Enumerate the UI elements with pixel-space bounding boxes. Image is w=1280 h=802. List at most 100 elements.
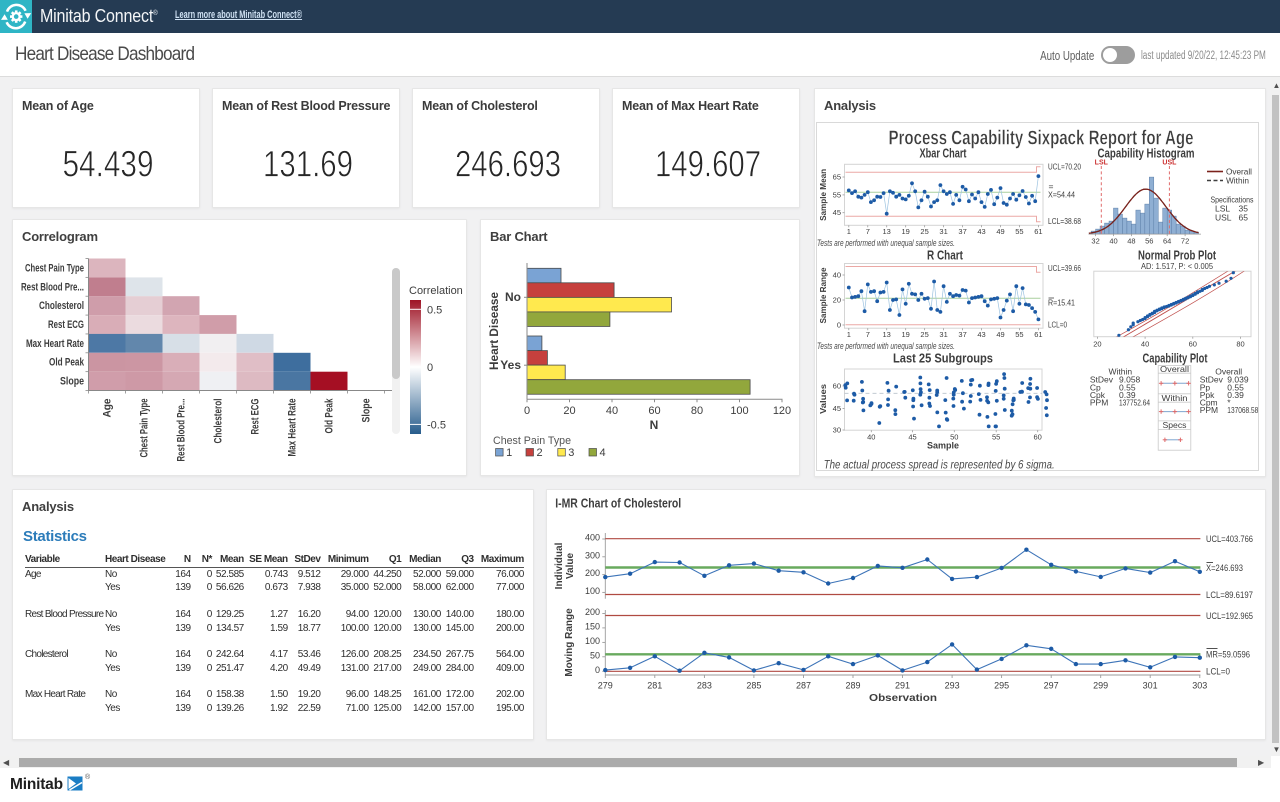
svg-text:Sample Mean: Sample Mean (819, 169, 828, 221)
svg-text:UCL=70.20: UCL=70.20 (1048, 162, 1081, 172)
svg-text:400: 400 (585, 533, 600, 543)
svg-text:25: 25 (920, 330, 928, 339)
svg-text:Yes: Yes (500, 358, 521, 372)
svg-text:20: 20 (563, 405, 575, 417)
svg-text:295: 295 (994, 681, 1009, 691)
svg-text:149.607: 149.607 (655, 144, 761, 185)
svg-text:64: 64 (1163, 237, 1171, 246)
svg-text:55: 55 (833, 190, 841, 199)
svg-text:297: 297 (1044, 681, 1059, 691)
svg-text:300: 300 (585, 550, 600, 560)
svg-text:Observation: Observation (869, 692, 937, 704)
svg-text:UCL=403.766: UCL=403.766 (1206, 534, 1253, 544)
svg-text:Overall: Overall (1160, 364, 1189, 374)
svg-text:Age: Age (102, 399, 114, 418)
svg-text:2: 2 (537, 447, 543, 459)
svg-text:1: 1 (847, 227, 851, 236)
svg-text:Xbar Chart: Xbar Chart (920, 147, 968, 161)
svg-text:285: 285 (746, 681, 761, 691)
svg-text:137752.64: 137752.64 (1119, 398, 1150, 408)
svg-text:31: 31 (939, 227, 947, 236)
svg-text:PPM: PPM (1090, 398, 1108, 408)
svg-text:Slope: Slope (361, 399, 373, 423)
svg-text:37: 37 (958, 227, 966, 236)
svg-text:60: 60 (833, 382, 841, 391)
svg-text:65: 65 (1239, 213, 1249, 223)
svg-text:X=246.693: X=246.693 (1206, 563, 1243, 573)
svg-text:31: 31 (939, 330, 947, 339)
svg-text:301: 301 (1143, 681, 1158, 691)
svg-text:40: 40 (606, 405, 618, 417)
svg-text:Specs: Specs (1163, 420, 1187, 430)
svg-text:45: 45 (908, 433, 916, 442)
svg-text:USL: USL (1215, 213, 1232, 223)
svg-text:50: 50 (590, 650, 600, 660)
svg-text:100: 100 (585, 586, 600, 596)
svg-text:246.693: 246.693 (455, 144, 561, 185)
svg-text:60: 60 (1034, 433, 1042, 442)
svg-text:Max Heart Rate: Max Heart Rate (287, 399, 299, 457)
svg-text:Individual: Individual (554, 542, 565, 589)
svg-text:Tests are performed with unequ: Tests are performed with unequal sample … (817, 238, 955, 249)
svg-text:55: 55 (1015, 227, 1023, 236)
svg-text:Old Peak: Old Peak (324, 398, 336, 434)
svg-text:283: 283 (697, 681, 712, 691)
svg-text:32: 32 (1091, 237, 1099, 246)
svg-text:0: 0 (427, 362, 433, 374)
svg-text:55: 55 (1015, 330, 1023, 339)
svg-text:293: 293 (945, 681, 960, 691)
svg-text:AD: 1.517, P: < 0.005: AD: 1.517, P: < 0.005 (1141, 261, 1213, 271)
svg-text:49: 49 (996, 227, 1004, 236)
svg-text:80: 80 (1236, 340, 1244, 349)
svg-text:303: 303 (1192, 681, 1207, 691)
svg-text:Sample Range: Sample Range (819, 267, 828, 324)
svg-text:55: 55 (992, 433, 1000, 442)
svg-text:Within: Within (1226, 176, 1249, 186)
svg-text:Slope: Slope (60, 376, 84, 388)
svg-text:Chest Pain Type: Chest Pain Type (139, 399, 151, 458)
svg-text:Capability Histogram: Capability Histogram (1098, 147, 1195, 161)
svg-text:R=15.41: R=15.41 (1048, 298, 1075, 308)
svg-text:Chest Pain Type: Chest Pain Type (493, 435, 571, 447)
svg-text:Chest Pain Type: Chest Pain Type (25, 262, 84, 274)
svg-text:19: 19 (902, 330, 910, 339)
svg-text:43: 43 (977, 227, 985, 236)
svg-text:Last 25 Subgroups: Last 25 Subgroups (893, 352, 993, 366)
svg-text:281: 281 (647, 681, 662, 691)
svg-text:Rest Blood Pre...: Rest Blood Pre... (21, 281, 84, 293)
svg-text:1: 1 (847, 330, 851, 339)
svg-text:45: 45 (833, 404, 841, 413)
svg-text:0: 0 (837, 321, 841, 330)
svg-text:40: 40 (833, 271, 841, 280)
svg-text:48: 48 (1127, 237, 1135, 246)
svg-text:The actual process spread is r: The actual process spread is represented… (824, 458, 1055, 472)
svg-text:R Chart: R Chart (927, 249, 964, 263)
svg-text:299: 299 (1093, 681, 1108, 691)
svg-text:Max Heart Rate: Max Heart Rate (26, 338, 84, 350)
svg-text:56: 56 (1145, 237, 1153, 246)
svg-text:61: 61 (1034, 227, 1042, 236)
svg-text:LCL=0: LCL=0 (1206, 666, 1230, 676)
svg-text:72: 72 (1181, 237, 1189, 246)
svg-text:54.439: 54.439 (63, 144, 154, 185)
svg-text:279: 279 (598, 681, 613, 691)
svg-text:40: 40 (867, 433, 875, 442)
svg-text:19: 19 (902, 227, 910, 236)
svg-text:-0.5: -0.5 (427, 419, 446, 431)
svg-text:200: 200 (585, 568, 600, 578)
svg-text:0.5: 0.5 (427, 304, 442, 316)
svg-text:Tests are performed with unequ: Tests are performed with unequal sample … (817, 341, 955, 352)
svg-text:N: N (650, 418, 659, 432)
svg-text:No: No (505, 290, 521, 304)
svg-text:Rest ECG: Rest ECG (48, 319, 84, 331)
svg-text:137068.58: 137068.58 (1227, 405, 1258, 415)
svg-text:Cholesterol: Cholesterol (39, 300, 84, 312)
svg-text:LCL=0: LCL=0 (1048, 320, 1067, 330)
svg-text:Value: Value (565, 553, 576, 580)
svg-text:X=54.44: X=54.44 (1048, 190, 1075, 200)
svg-text:LSL: LSL (1095, 160, 1109, 167)
svg-text:0: 0 (524, 405, 530, 417)
svg-text:49: 49 (996, 330, 1004, 339)
svg-text:30: 30 (833, 426, 841, 435)
svg-text:13: 13 (883, 330, 891, 339)
